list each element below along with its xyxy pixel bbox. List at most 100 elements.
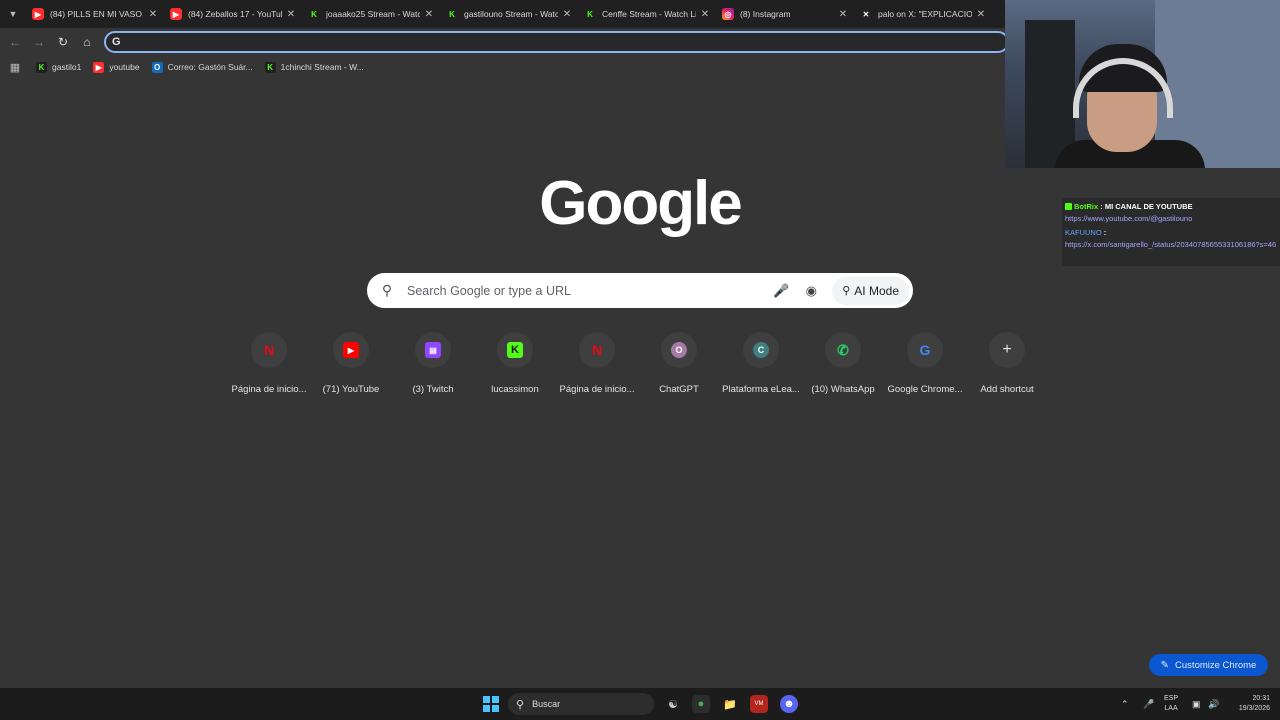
customize-chrome-button[interactable]: ✎ Customize Chrome xyxy=(1149,654,1268,676)
close-icon[interactable]: ✕ xyxy=(424,9,434,20)
copilot-icon[interactable]: ☯ xyxy=(664,695,682,713)
youtube-icon: ▶ xyxy=(93,61,105,73)
shortcut-label: (10) WhatsApp xyxy=(811,384,875,395)
close-icon[interactable]: ✕ xyxy=(838,9,848,20)
discord-icon[interactable]: ☻ xyxy=(780,695,798,713)
apps-grid-icon[interactable]: ▦ xyxy=(8,60,22,74)
shortcut-label: ChatGPT xyxy=(659,384,699,395)
letter-o-icon: O xyxy=(671,342,687,358)
address-bar[interactable]: G xyxy=(104,31,1009,53)
tab-title: gastilouno Stream - Watch xyxy=(464,9,558,19)
bookmark[interactable]: O Correo: Gastón Suár... xyxy=(151,61,253,73)
shortcut-icon-circle: C xyxy=(743,332,779,368)
search-box[interactable]: ⚲ 🎤 ◉ ⚲ AI Mode xyxy=(367,273,913,308)
shortcut-icon-circle: G xyxy=(907,332,943,368)
search-input[interactable] xyxy=(407,275,767,306)
bookmark[interactable]: Kgastilo1 xyxy=(36,61,82,73)
bookmark-label: 1chinchi Stream - W... xyxy=(280,62,364,72)
tab[interactable]: ✕ palo on X: "EXPLICACION ✕ xyxy=(854,0,992,28)
netflix-icon: N xyxy=(591,342,603,358)
outlook-icon: O xyxy=(151,61,163,73)
search-icon: ⚲ xyxy=(516,698,525,711)
instagram-icon: ◎ xyxy=(722,8,734,20)
bookmark-label: Correo: Gastón Suár... xyxy=(167,62,253,72)
close-icon[interactable]: ✕ xyxy=(148,9,158,20)
chrome-icon[interactable]: ● xyxy=(692,695,710,713)
tab-strip: ▼ ▶ (84) PILLS EN MI VASO - Y ✕ ▶ (84) Zebal… xyxy=(0,0,1005,28)
volume-icon[interactable]: 🔊 xyxy=(1208,688,1219,720)
shortcut-label: Página de inicio... xyxy=(559,384,635,395)
customize-chrome-label: Customize Chrome xyxy=(1175,659,1257,671)
youtube-icon: ▶ xyxy=(170,8,182,20)
shortcut-tile[interactable]: C Plataforma eLea... xyxy=(720,332,802,395)
forward-arrow-icon[interactable]: → xyxy=(27,30,51,54)
bookmark[interactable]: ▶ youtube xyxy=(93,61,140,73)
back-arrow-icon[interactable]: ← xyxy=(3,30,27,54)
kick-icon: K xyxy=(264,61,276,73)
clock[interactable]: 20:31 19/3/2026 xyxy=(1230,694,1270,714)
browser-toolbar: ← → ↻ ⌂ G xyxy=(0,28,1009,56)
shortcut-icon-circle: N xyxy=(579,332,615,368)
shortcut-icon-circle: O xyxy=(661,332,697,368)
kick-icon: K xyxy=(446,8,458,20)
tab-search-chevron-icon[interactable]: ▼ xyxy=(0,0,26,28)
twitch-icon: ▤ xyxy=(425,342,441,358)
whatsapp-icon: ✆ xyxy=(837,341,849,358)
netflix-icon: N xyxy=(263,342,275,358)
shortcut-tile[interactable]: N Página de inicio... xyxy=(228,332,310,395)
microphone-icon[interactable]: 🎤 xyxy=(766,283,796,299)
tab-title: Cenffe Stream - Watch Liv xyxy=(602,9,696,19)
shortcut-tile[interactable]: ✆ (10) WhatsApp xyxy=(802,332,884,395)
google-logo: Google xyxy=(539,169,743,238)
tab[interactable]: ◎ (8) Instagram ✕ xyxy=(716,0,854,28)
voicemeeter-icon[interactable]: VM xyxy=(750,695,768,713)
shortcut-label: Página de inicio... xyxy=(231,384,307,395)
close-icon[interactable]: ✕ xyxy=(976,9,986,20)
shortcut-label: (3) Twitch xyxy=(412,384,454,395)
microphone-tray-icon[interactable]: 🎤 xyxy=(1143,688,1154,720)
shortcut-tile[interactable]: G Google Chrome... xyxy=(884,332,966,395)
shortcut-tile[interactable]: ▤ (3) Twitch xyxy=(392,332,474,395)
chat-link: https://x.com/santigarello_/status/20340… xyxy=(1065,240,1277,249)
youtube-icon: ▶ xyxy=(343,342,359,358)
close-icon[interactable]: ✕ xyxy=(286,9,296,20)
shortcut-tile[interactable]: ▶ (71) YouTube xyxy=(310,332,392,395)
google-g-icon: G xyxy=(112,36,121,48)
shortcut-tile[interactable]: Klucassimon xyxy=(474,332,556,395)
kick-icon: K xyxy=(584,8,596,20)
tab[interactable]: ▶ (84) PILLS EN MI VASO - Y ✕ xyxy=(26,0,164,28)
tab[interactable]: Kjoaaako25 Stream - Watch ✕ xyxy=(302,0,440,28)
bookmarks-bar: ▦ Kgastilo1 ▶ youtube O Correo: Gastón Suár.… xyxy=(0,56,1005,78)
shortcut-tile[interactable]: N Página de inicio... xyxy=(556,332,638,395)
tab[interactable]: K Cenffe Stream - Watch Liv ✕ xyxy=(578,0,716,28)
ai-search-icon: ⚲ xyxy=(842,285,851,297)
taskbar-search[interactable]: ⚲ Buscar xyxy=(508,693,654,715)
shortcut-icon-circle: K xyxy=(497,332,533,368)
x-icon: ✕ xyxy=(860,8,872,20)
shortcut-icon-circle: ▤ xyxy=(415,332,451,368)
youtube-icon: ▶ xyxy=(32,8,44,20)
bookmark-label: gastilo1 xyxy=(52,62,82,72)
reload-icon[interactable]: ↻ xyxy=(51,30,75,54)
ai-mode-button[interactable]: ⚲ AI Mode xyxy=(832,276,909,305)
tab[interactable]: ▶ (84) Zeballos 17 - YouTube ✕ xyxy=(164,0,302,28)
shortcut-icon-circle: ✆ xyxy=(825,332,861,368)
home-icon[interactable]: ⌂ xyxy=(75,30,99,54)
close-icon[interactable]: ✕ xyxy=(700,9,710,20)
shortcut-tile[interactable]: O ChatGPT xyxy=(638,332,720,395)
close-icon[interactable]: ✕ xyxy=(562,9,572,20)
file-explorer-icon[interactable]: 📁 xyxy=(721,695,739,713)
google-lens-icon[interactable]: ◉ xyxy=(796,283,826,299)
ai-mode-label: AI Mode xyxy=(854,283,899,298)
tray-chevron-icon[interactable]: ⌃ xyxy=(1121,688,1129,720)
bookmark[interactable]: K 1chinchi Stream - W... xyxy=(264,61,364,73)
network-icon[interactable]: ▣ xyxy=(1192,688,1201,720)
tab-title: (84) Zeballos 17 - YouTube xyxy=(188,9,282,19)
search-icon: ⚲ xyxy=(381,282,393,298)
windows-start-icon[interactable] xyxy=(483,696,499,712)
shortcut-label: (71) YouTube xyxy=(322,384,380,395)
shortcut-tile[interactable]: + Add shortcut xyxy=(966,332,1048,395)
kick-icon: K xyxy=(308,8,320,20)
tab[interactable]: Kgastilouno Stream - Watch ✕ xyxy=(440,0,578,28)
language-indicator[interactable]: ESP LAA xyxy=(1164,694,1178,714)
